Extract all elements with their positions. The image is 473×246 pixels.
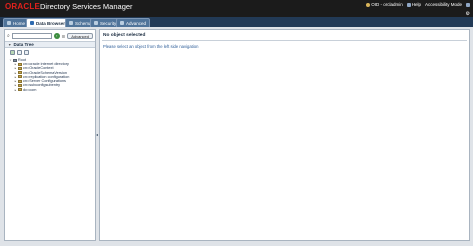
connection-label: OID - orcladmin [371,2,403,7]
folder-icon [18,83,22,87]
advanced-search-button[interactable]: Advanced [67,33,93,39]
navigation-panel: ⌕ › ☰ Advanced ▼ Data Tree ▿ Root ▸ cn=o… [4,29,96,241]
delete-entry-icon[interactable] [24,50,29,55]
detail-title: No object selected [103,33,146,38]
home-link-icon [466,2,470,7]
connection-icon [366,2,371,7]
tree-node[interactable]: ▸ dc=com [9,88,69,92]
search-icon: ⌕ [7,33,10,39]
create-entry-icon[interactable] [10,50,15,55]
search-go-icon[interactable]: › [53,33,60,39]
tree-toolbar [10,50,29,55]
help-link[interactable]: Help [406,2,421,7]
refresh-icon[interactable] [17,50,22,55]
tab-advanced-label: Advanced [126,20,147,26]
tab-data-browser-label: Data Browser [36,20,66,26]
tab-advanced[interactable]: Advanced [116,18,151,27]
app-title: Directory Services Manager [40,2,133,11]
folder-icon [18,75,22,79]
main-tabs: Home Data Browser Schema Security Advanc… [0,17,473,27]
schema-icon [69,21,73,25]
accessibility-link[interactable]: Accessibility Mode [425,2,462,7]
app-header: ORACLE Directory Services Manager OID - … [0,0,473,17]
global-links: OID - orcladmin Help Accessibility Mode [366,2,470,7]
data-tree-header[interactable]: ▼ Data Tree [5,41,95,48]
folder-icon [18,88,22,91]
tab-data-browser[interactable]: Data Browser [26,18,70,27]
folder-icon [18,71,22,74]
divider [102,40,467,41]
search-input[interactable] [11,33,52,39]
folder-icon [18,62,22,66]
connection-link[interactable]: OID - orcladmin [366,2,403,7]
collapse-icon[interactable]: ▼ [8,43,11,47]
data-tree-title: Data Tree [13,42,34,47]
tab-security-label: Security [100,20,117,26]
help-label: Help [411,2,421,7]
search-options-icon[interactable]: ☰ [62,34,66,39]
tree-node-label: dc=com [23,87,37,92]
folder-icon [18,66,22,70]
oracle-logo: ORACLE [5,2,40,11]
data-browser-icon [30,21,34,25]
search-bar: ⌕ › ☰ Advanced [7,32,93,40]
help-icon [406,2,411,7]
security-icon [94,21,98,25]
tab-home-label: Home [13,20,26,26]
panel-splitter-handle[interactable]: ◂ [96,132,98,137]
data-tree: ▿ Root ▸ cn=oracle internet directory ▸ … [9,58,70,92]
folder-icon [18,79,22,83]
detail-message: Please select an object from the left si… [103,44,199,49]
home-icon [7,21,11,25]
detail-panel: No object selected Please select an obje… [99,29,470,241]
advanced-icon [120,21,124,25]
home-link[interactable] [466,2,470,7]
expand-node-icon[interactable]: ▸ [14,88,17,92]
